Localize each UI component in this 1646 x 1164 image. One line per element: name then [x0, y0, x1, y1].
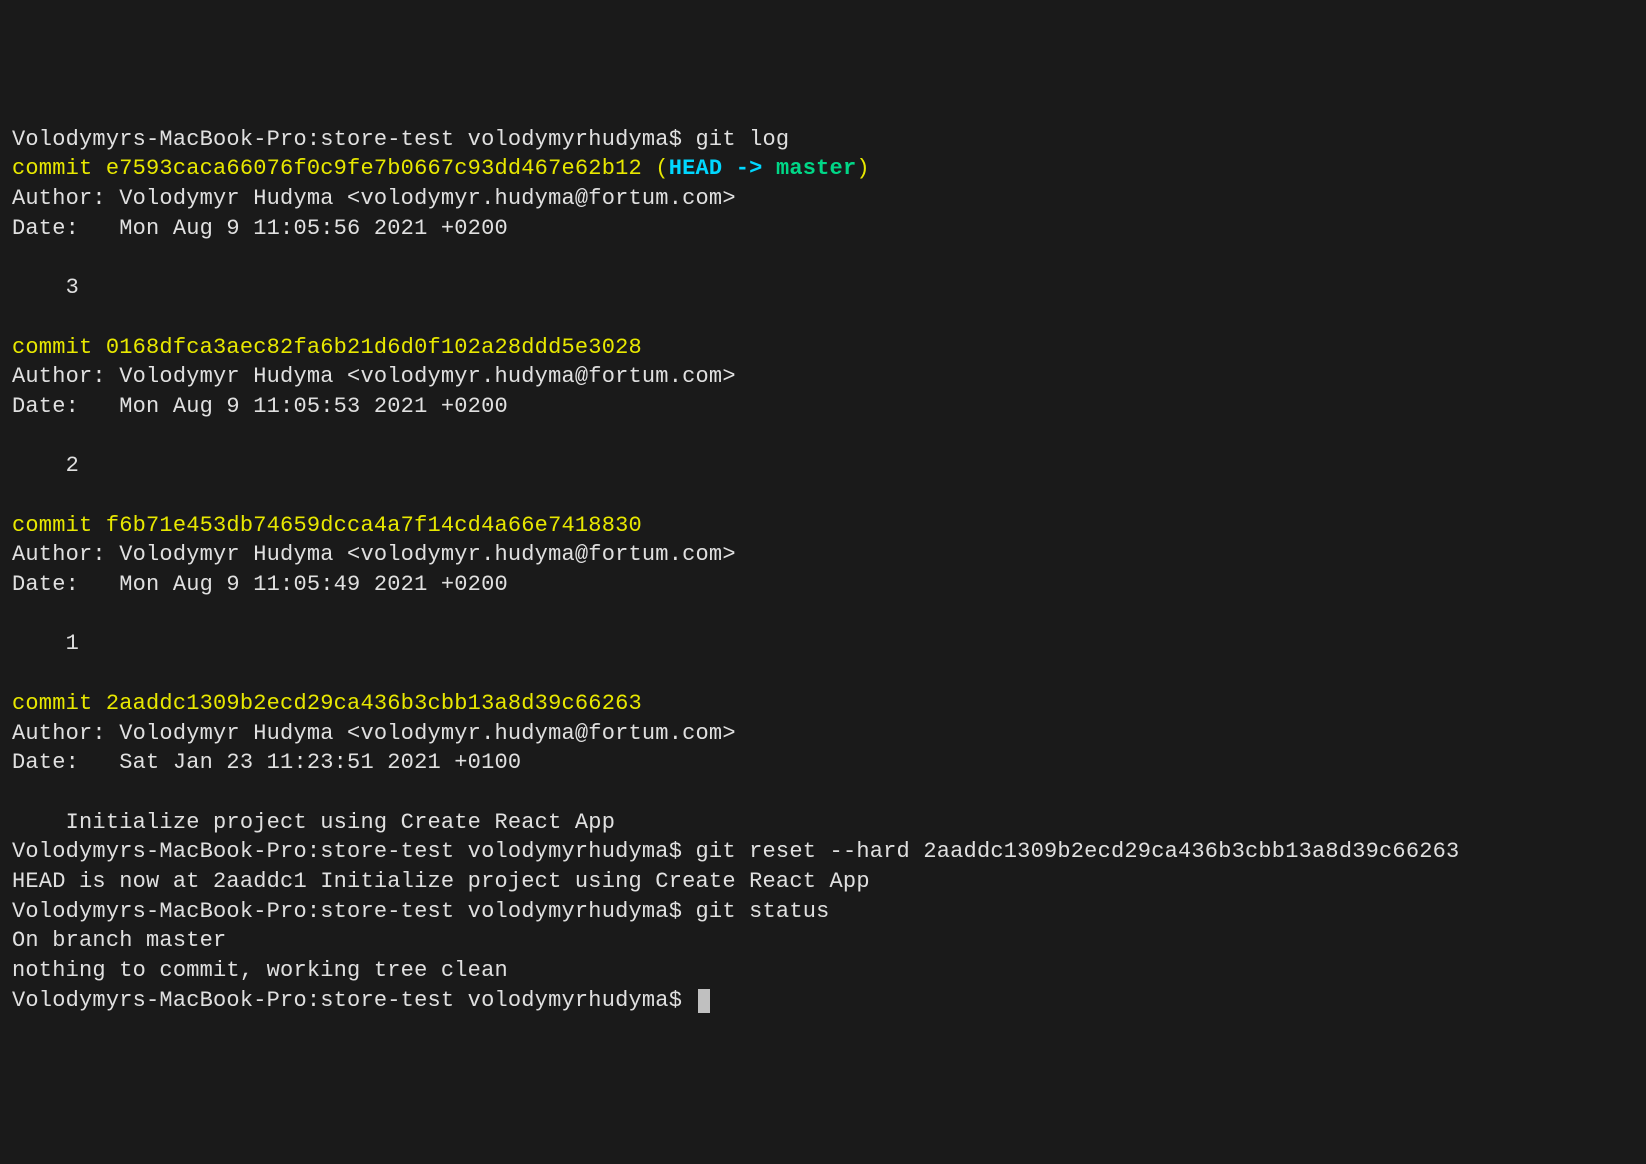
command-text: git log — [696, 127, 790, 152]
author-line: Author: Volodymyr Hudyma <volodymyr.hudy… — [12, 721, 736, 746]
shell-prompt: Volodymyrs-MacBook-Pro:store-test volody… — [12, 899, 696, 924]
commit-message: 3 — [12, 275, 79, 300]
author-line: Author: Volodymyr Hudyma <volodymyr.hudy… — [12, 186, 736, 211]
command-text: git reset --hard 2aaddc1309b2ecd29ca436b… — [696, 839, 1460, 864]
cursor-icon — [698, 989, 710, 1013]
reset-output: HEAD is now at 2aaddc1 Initialize projec… — [12, 869, 870, 894]
head-ref: HEAD -> — [669, 156, 776, 181]
commit-message: 1 — [12, 631, 79, 656]
terminal-output[interactable]: Volodymyrs-MacBook-Pro:store-test volody… — [12, 125, 1634, 1016]
date-line: Date: Mon Aug 9 11:05:53 2021 +0200 — [12, 394, 508, 419]
author-line: Author: Volodymyr Hudyma <volodymyr.hudy… — [12, 364, 736, 389]
date-line: Date: Mon Aug 9 11:05:56 2021 +0200 — [12, 216, 508, 241]
shell-prompt: Volodymyrs-MacBook-Pro:store-test volody… — [12, 988, 696, 1013]
status-branch-line: On branch master — [12, 928, 226, 953]
commit-hash-line: commit f6b71e453db74659dcca4a7f14cd4a66e… — [12, 513, 642, 538]
branch-ref: master — [776, 156, 856, 181]
date-line: Date: Mon Aug 9 11:05:49 2021 +0200 — [12, 572, 508, 597]
ref-paren-open: ( — [642, 156, 669, 181]
command-text: git status — [696, 899, 830, 924]
commit-message: 2 — [12, 453, 79, 478]
commit-message: Initialize project using Create React Ap… — [12, 810, 615, 835]
shell-prompt: Volodymyrs-MacBook-Pro:store-test volody… — [12, 127, 696, 152]
ref-paren-close: ) — [856, 156, 869, 181]
commit-hash-line: commit e7593caca66076f0c9fe7b0667c93dd46… — [12, 156, 642, 181]
commit-hash-line: commit 0168dfca3aec82fa6b21d6d0f102a28dd… — [12, 335, 642, 360]
shell-prompt: Volodymyrs-MacBook-Pro:store-test volody… — [12, 839, 696, 864]
commit-hash-line: commit 2aaddc1309b2ecd29ca436b3cbb13a8d3… — [12, 691, 642, 716]
author-line: Author: Volodymyr Hudyma <volodymyr.hudy… — [12, 542, 736, 567]
status-clean-line: nothing to commit, working tree clean — [12, 958, 508, 983]
date-line: Date: Sat Jan 23 11:23:51 2021 +0100 — [12, 750, 521, 775]
